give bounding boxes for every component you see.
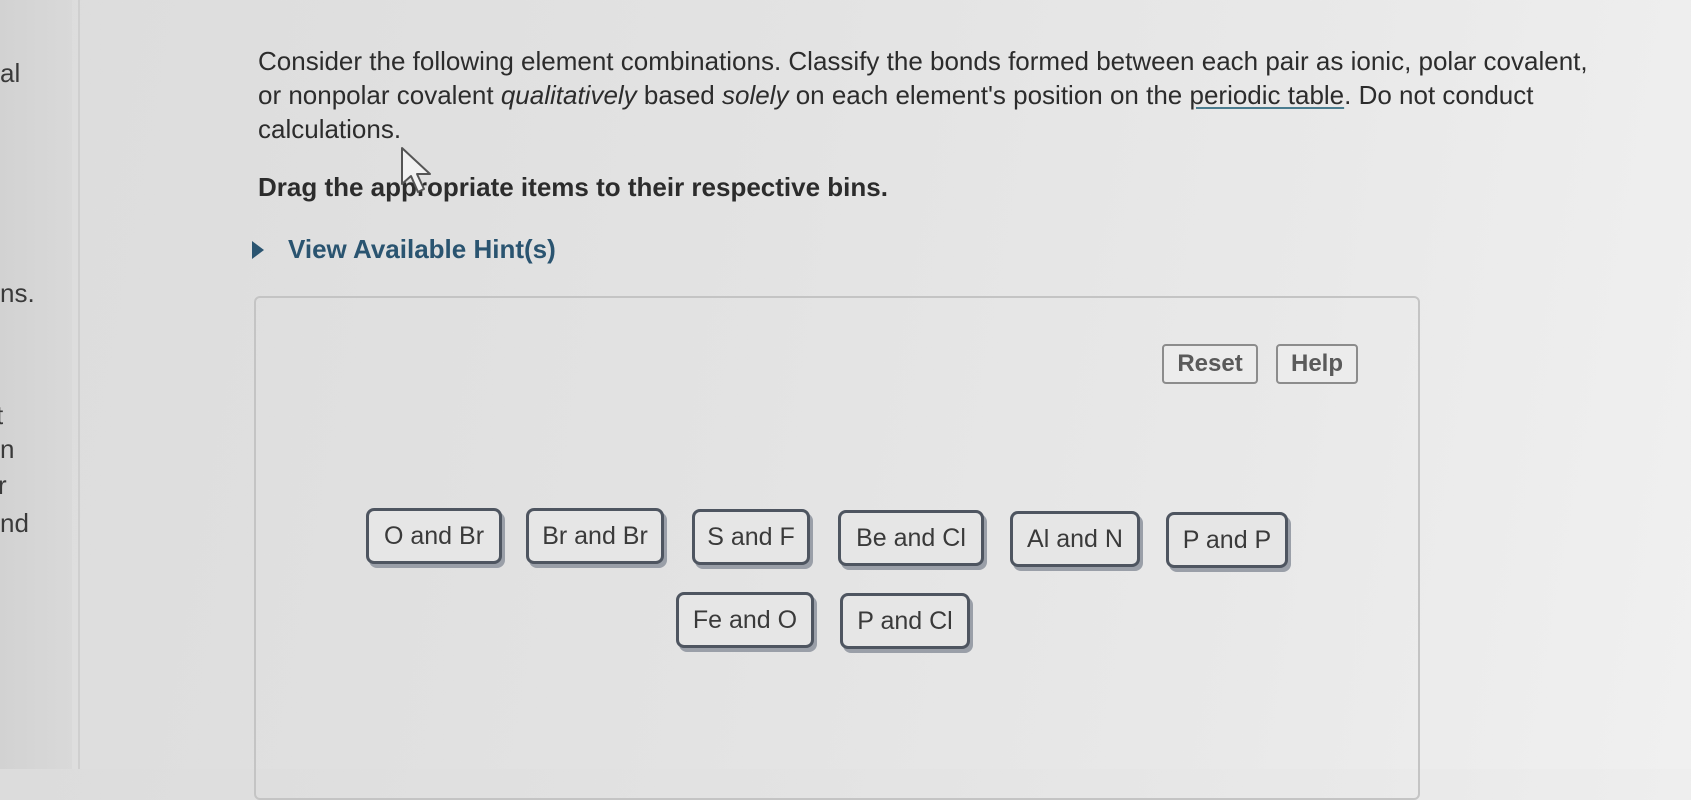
- draggable-item[interactable]: Fe and O: [676, 592, 814, 648]
- draggable-item[interactable]: S and F: [692, 509, 810, 565]
- left-text-fragment: nd: [0, 508, 29, 538]
- reset-button[interactable]: Reset: [1162, 344, 1258, 384]
- draggable-item[interactable]: Al and N: [1010, 511, 1140, 567]
- question-emphasis: qualitatively: [500, 80, 637, 110]
- question-text: Consider the following element combinati…: [258, 44, 1588, 146]
- left-text-fragment: r: [0, 470, 7, 500]
- draggable-item[interactable]: P and Cl: [840, 593, 970, 649]
- draggable-item[interactable]: Br and Br: [526, 508, 664, 564]
- left-text-fragment: ns.: [0, 278, 35, 308]
- question-part: on each element's position on the: [788, 80, 1190, 110]
- view-hints-label: View Available Hint(s): [288, 234, 556, 264]
- mouse-pointer-icon: [401, 147, 431, 193]
- question-part: based: [636, 80, 722, 110]
- left-text-fragment: n: [0, 434, 15, 464]
- view-hints-toggle[interactable]: View Available Hint(s): [252, 234, 556, 265]
- left-panel: al ns. t n r nd: [0, 0, 72, 769]
- question-emphasis: solely: [721, 80, 789, 110]
- panel-divider: [78, 0, 80, 769]
- draggable-item[interactable]: Be and Cl: [838, 510, 984, 566]
- triangle-right-icon: [252, 240, 264, 259]
- instruction-text: Drag the appropriate items to their resp…: [258, 172, 888, 202]
- help-button[interactable]: Help: [1276, 344, 1358, 384]
- draggable-item[interactable]: P and P: [1166, 512, 1288, 568]
- left-text-fragment: t: [0, 400, 3, 431]
- draggable-item[interactable]: O and Br: [366, 508, 502, 564]
- left-text-fragment: al: [0, 58, 21, 88]
- periodic-table-link[interactable]: periodic table: [1189, 80, 1344, 110]
